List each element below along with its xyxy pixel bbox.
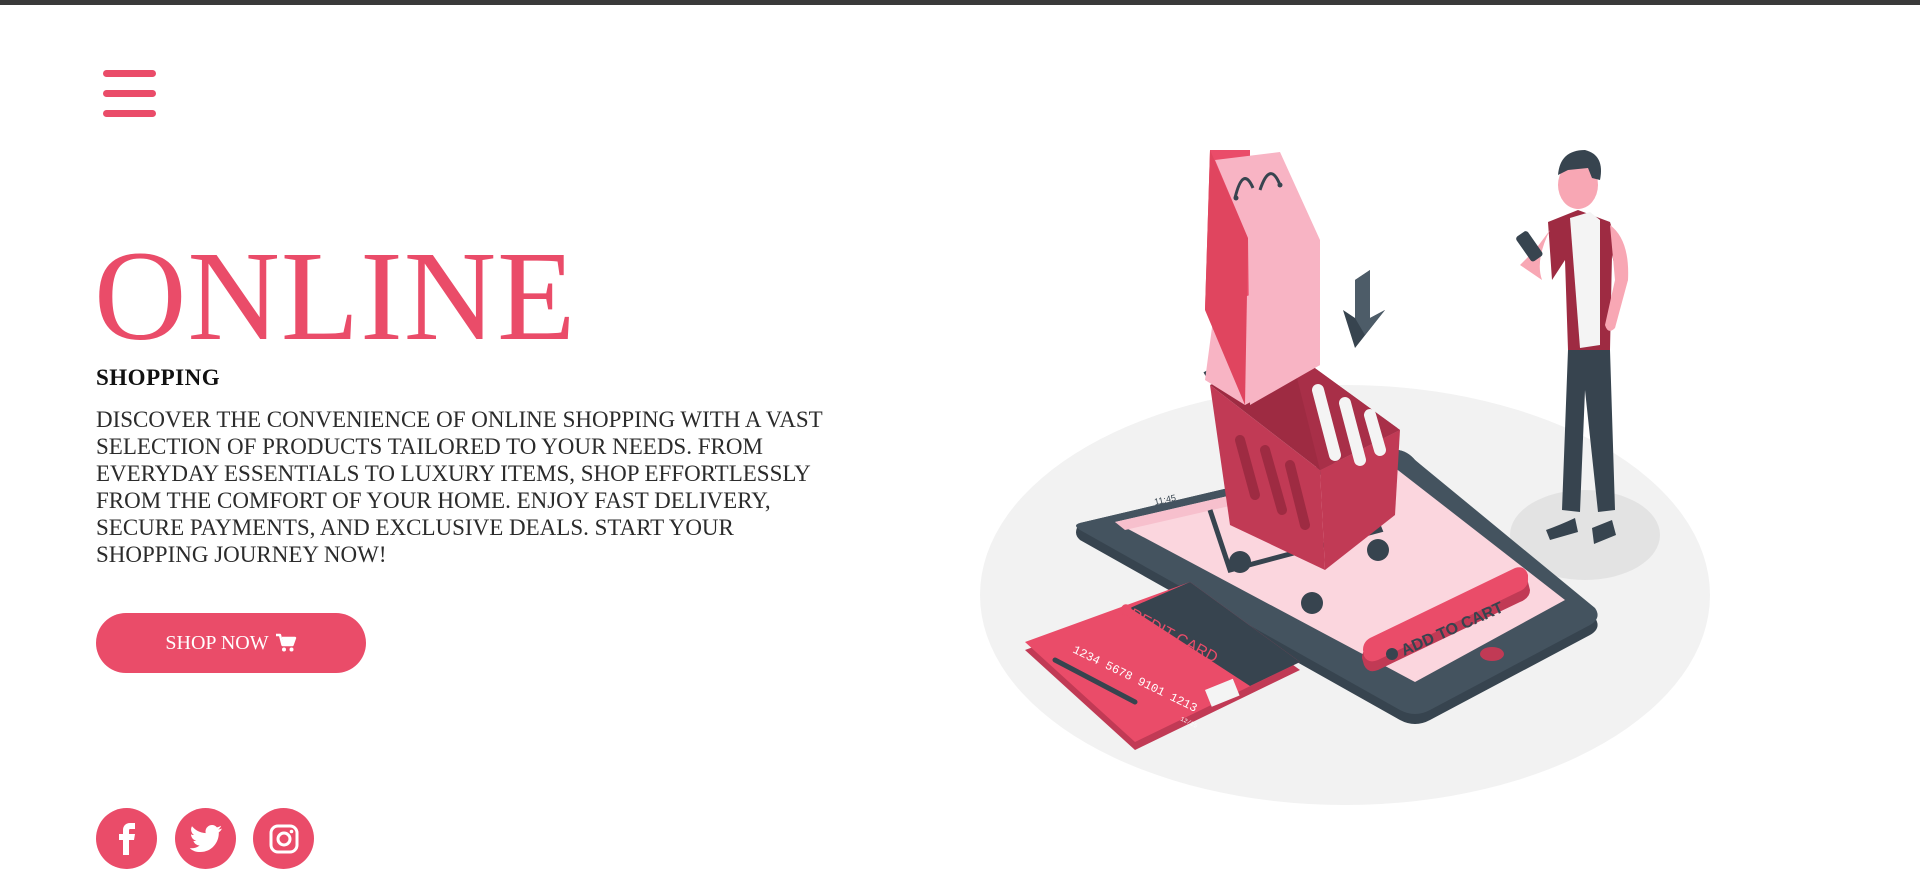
top-border [0,0,1920,5]
shop-now-label: SHOP NOW [165,631,269,654]
twitter-icon [189,824,222,852]
instagram-link[interactable] [253,808,314,869]
hero-description: DISCOVER THE CONVENIENCE OF ONLINE SHOPP… [96,407,823,567]
online-shopping-illustration: 11:45 ADD TO CART CREDIT CARD 1234 5678 … [980,150,1710,805]
shopping-cart-icon [275,633,296,652]
facebook-icon [118,822,135,855]
twitter-link[interactable] [175,808,236,869]
hero-subtitle: SHOPPING [96,365,221,390]
down-arrow-graphic [1343,270,1385,348]
hero-title: ONLINE [94,225,577,367]
shopping-bag-graphic [1205,150,1320,405]
hamburger-menu-icon[interactable] [103,70,158,120]
facebook-link[interactable] [96,808,157,869]
shop-now-button[interactable]: SHOP NOW [96,613,366,673]
instagram-icon [269,824,298,853]
